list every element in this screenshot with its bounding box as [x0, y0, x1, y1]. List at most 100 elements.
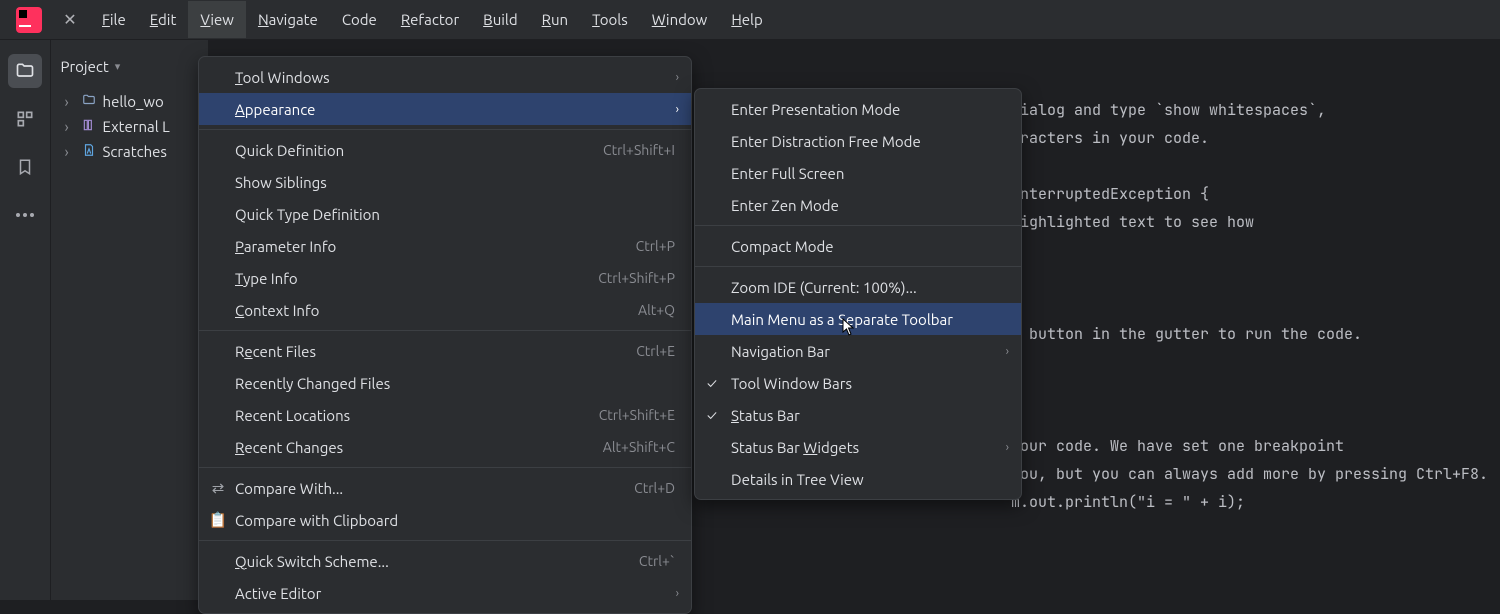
menu-item-label: Quick Switch Scheme...	[235, 553, 627, 570]
view-menu-item[interactable]: Type Info Ctrl+Shift+P	[199, 262, 691, 294]
menu-navigate[interactable]: Navigate	[246, 1, 330, 38]
view-menu-item[interactable]: Quick Definition Ctrl+Shift+I	[199, 134, 691, 166]
appearance-menu-item[interactable]: Enter Distraction Free Mode	[695, 125, 1021, 157]
menu-item-label: Parameter Info	[235, 238, 624, 255]
structure-tool-button[interactable]	[8, 102, 42, 136]
chevron-right-icon: ›	[65, 118, 75, 135]
close-icon[interactable]: ✕	[50, 10, 90, 29]
chevron-right-icon: ›	[65, 93, 75, 110]
menu-item-label: Recently Changed Files	[235, 375, 675, 392]
app-icon	[16, 7, 42, 33]
menu-window[interactable]: Window	[640, 1, 720, 38]
view-menu-item[interactable]: Quick Switch Scheme...Ctrl+`	[199, 545, 691, 577]
shortcut-label: Ctrl+Shift+P	[598, 270, 675, 286]
tree-item[interactable]: › External L	[51, 114, 208, 139]
project-tool-button[interactable]	[8, 54, 42, 88]
menu-item-label: Appearance	[235, 101, 675, 118]
chevron-down-icon: ▾	[115, 60, 121, 73]
menu-code[interactable]: Code	[330, 1, 389, 38]
menu-build[interactable]: Build	[471, 1, 529, 38]
separator	[695, 225, 1021, 226]
view-menu-item[interactable]: Context Info Alt+Q	[199, 294, 691, 326]
view-menu-item[interactable]: Recent FilesCtrl+E	[199, 335, 691, 367]
tree-label: Scratches	[103, 143, 167, 160]
more-tool-button[interactable]	[8, 198, 42, 232]
sidebar-title[interactable]: Project ▾	[51, 48, 208, 85]
appearance-menu-item[interactable]: ✓ Tool Window Bars	[695, 367, 1021, 399]
menu-item-label: Context Info	[235, 302, 626, 319]
menu-item-label: Details in Tree View	[731, 471, 1005, 488]
menu-file[interactable]: File	[90, 1, 138, 38]
appearance-menu-item[interactable]: Enter Zen Mode	[695, 189, 1021, 221]
menu-item-label: Recent Changes	[235, 439, 591, 456]
check-icon: ✓	[707, 407, 717, 423]
view-menu-item[interactable]: 📋 Compare with Clipboard	[199, 504, 691, 536]
view-menu-item[interactable]: Show Siblings	[199, 166, 691, 198]
menu-item-label: Tool Windows	[235, 69, 675, 86]
view-menu-item[interactable]: Recent LocationsCtrl+Shift+E	[199, 399, 691, 431]
menu-tools[interactable]: Tools	[580, 1, 640, 38]
menu-item-label: Status Bar	[731, 407, 1005, 424]
appearance-menu-item[interactable]: Status Bar Widgets›	[695, 431, 1021, 463]
menu-item-label: Compact Mode	[731, 238, 1005, 255]
view-menu-item[interactable]: Recently Changed Files	[199, 367, 691, 399]
tool-rail	[0, 40, 51, 600]
menubar: ✕ FileEditViewNavigateCodeRefactorBuildR…	[0, 0, 1500, 40]
menu-item-label: Type Info	[235, 270, 586, 287]
appearance-menu-item[interactable]: ✓ Status Bar	[695, 399, 1021, 431]
view-menu-item[interactable]: Recent Changes Alt+Shift+C	[199, 431, 691, 463]
chevron-right-icon: ›	[676, 71, 679, 84]
menu-item-label: Enter Distraction Free Mode	[731, 133, 1005, 150]
tree-label: hello_wo	[103, 93, 164, 110]
menu-item-label: Recent Locations	[235, 407, 587, 424]
menu-run[interactable]: Run	[530, 1, 581, 38]
appearance-menu-item[interactable]: Enter Presentation Mode	[695, 93, 1021, 125]
appearance-menu-item[interactable]: Main Menu as a Separate Toolbar	[695, 303, 1021, 335]
menu-item-label: Tool Window Bars	[731, 375, 1005, 392]
appearance-menu-item[interactable]: Details in Tree View	[695, 463, 1021, 495]
menu-item-label: Main Menu as a Separate Toolbar	[731, 311, 1005, 328]
view-menu-popup: Tool Windows›Appearance›Quick Definition…	[198, 56, 692, 614]
tree-item[interactable]: ›Scratches	[51, 139, 208, 164]
shortcut-label: Ctrl+Shift+I	[603, 142, 675, 158]
view-menu-item[interactable]: Parameter Info Ctrl+P	[199, 230, 691, 262]
view-menu-item[interactable]: ⇄Compare With...Ctrl+D	[199, 472, 691, 504]
sidebar-title-label: Project	[61, 58, 109, 75]
chevron-right-icon: ›	[1006, 441, 1009, 454]
shortcut-label: Alt+Shift+C	[603, 439, 675, 455]
separator	[199, 129, 691, 130]
shortcut-label: Ctrl+P	[636, 238, 675, 254]
appearance-menu-item[interactable]: Compact Mode	[695, 230, 1021, 262]
menu-item-label: Recent Files	[235, 343, 624, 360]
chevron-right-icon: ›	[676, 103, 679, 116]
bookmarks-tool-button[interactable]	[8, 150, 42, 184]
view-menu-item[interactable]: Tool Windows›	[199, 61, 691, 93]
view-menu-item[interactable]: Appearance›	[199, 93, 691, 125]
menu-item-label: Show Siblings	[235, 174, 675, 191]
menu-item-label: Status Bar Widgets	[731, 439, 1005, 456]
tree-icon	[81, 118, 97, 135]
menu-refactor[interactable]: Refactor	[389, 1, 471, 38]
tree-label: External L	[103, 118, 170, 135]
appearance-menu-item[interactable]: Enter Full Screen	[695, 157, 1021, 189]
view-menu-item[interactable]: Quick Type Definition	[199, 198, 691, 230]
view-menu-item[interactable]: Active Editor›	[199, 577, 691, 609]
menu-view[interactable]: View	[188, 1, 246, 38]
menu-help[interactable]: Help	[719, 1, 774, 38]
menu-item-label: Quick Definition	[235, 142, 591, 159]
menu-item-label: Enter Full Screen	[731, 165, 1005, 182]
clipboard-icon: 📋	[209, 511, 227, 529]
check-icon: ✓	[707, 375, 717, 391]
separator	[199, 330, 691, 331]
appearance-menu-item[interactable]: Navigation Bar›	[695, 335, 1021, 367]
menu-item-label: Zoom IDE (Current: 100%)...	[731, 279, 1005, 296]
shortcut-label: Alt+Q	[638, 302, 675, 318]
compare-icon: ⇄	[209, 479, 227, 497]
separator	[199, 467, 691, 468]
tree-item[interactable]: › hello_wo	[51, 89, 208, 114]
appearance-submenu-popup: Enter Presentation Mode Enter Distraction…	[694, 88, 1022, 500]
separator	[199, 540, 691, 541]
menu-edit[interactable]: Edit	[138, 1, 189, 38]
menu-item-label: Compare with Clipboard	[235, 512, 675, 529]
appearance-menu-item[interactable]: Zoom IDE (Current: 100%)...	[695, 271, 1021, 303]
